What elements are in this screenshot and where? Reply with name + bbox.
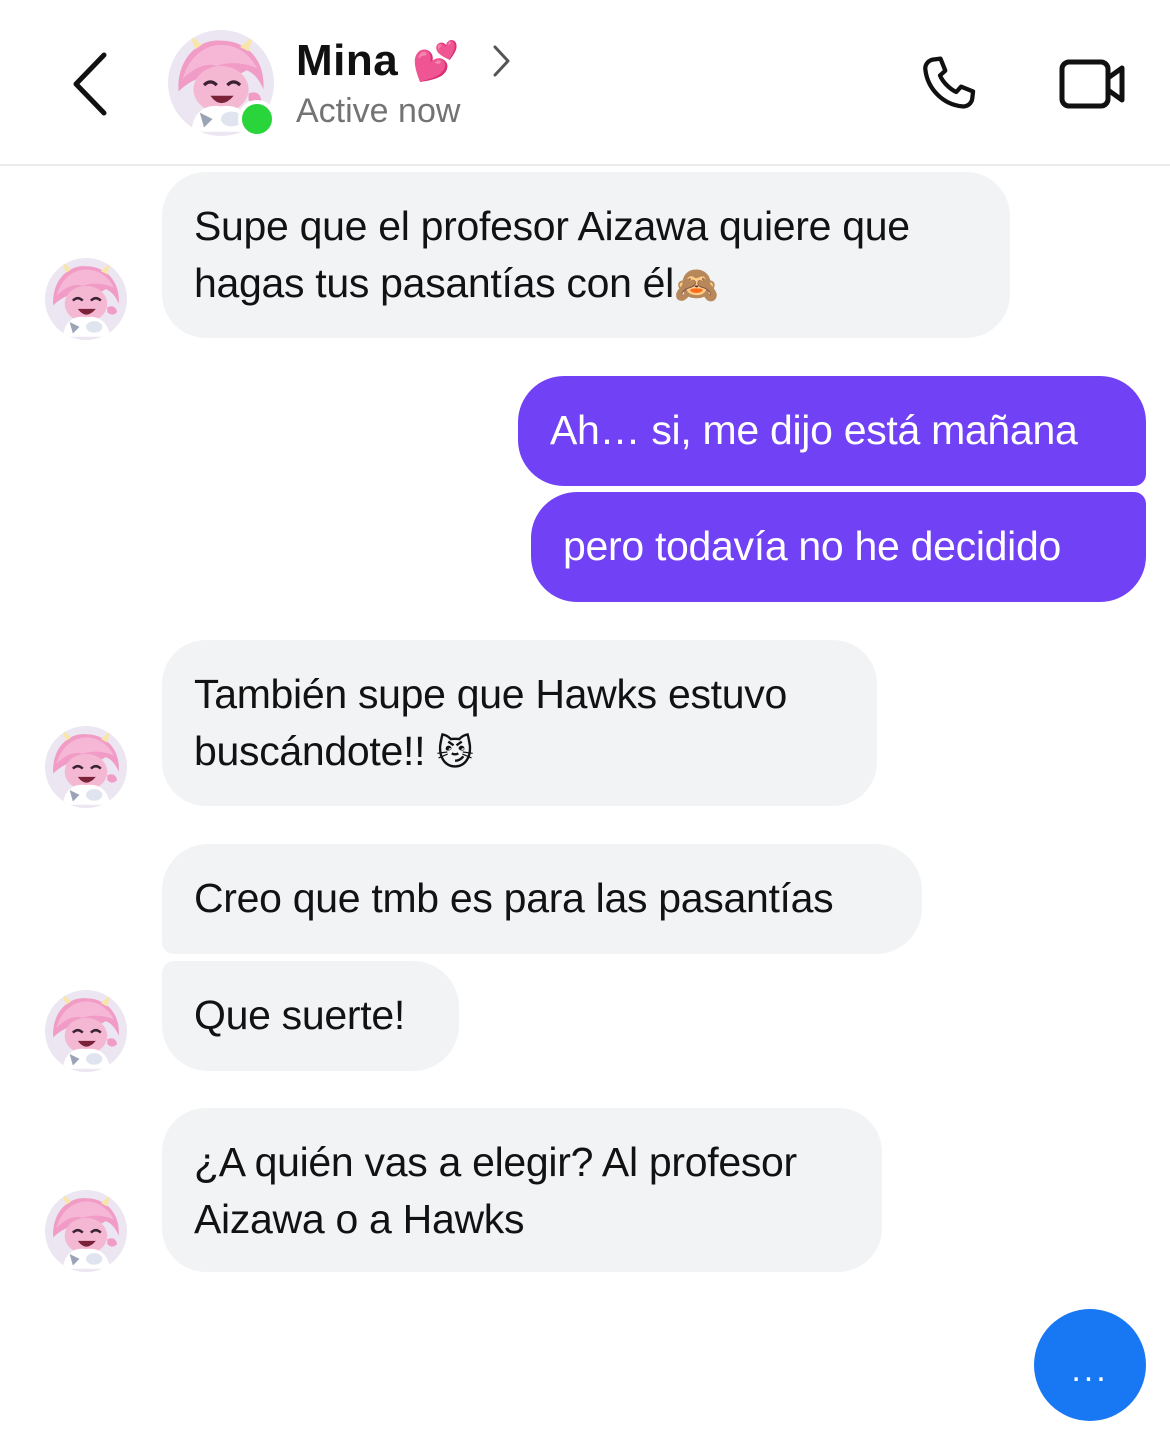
message-line: Aizawa o a Hawks bbox=[194, 1196, 525, 1242]
outgoing-message[interactable]: pero todavía no he decidido bbox=[531, 492, 1146, 602]
active-status: Active now bbox=[296, 92, 461, 130]
contact-info-link[interactable]: Mina 💕 bbox=[296, 36, 512, 86]
incoming-message[interactable]: ¿A quién vas a elegir? Al profesor Aizaw… bbox=[162, 1108, 882, 1272]
message-line: Ah… si, me dijo está mañana bbox=[550, 407, 1078, 453]
contact-avatar-small[interactable] bbox=[45, 990, 127, 1072]
more-options-button[interactable]: ... bbox=[1034, 1309, 1146, 1421]
contact-avatar-small[interactable] bbox=[45, 258, 127, 340]
contact-avatar-small[interactable] bbox=[45, 1190, 127, 1272]
incoming-message[interactable]: También supe que Hawks estuvo buscándote… bbox=[162, 640, 877, 806]
message-line: Supe que el profesor Aizawa quiere que bbox=[194, 203, 910, 249]
message-line: buscándote!! bbox=[194, 728, 426, 774]
chat-header: Mina 💕 Active now bbox=[0, 0, 1170, 166]
online-status-dot bbox=[238, 100, 276, 138]
video-call-button[interactable] bbox=[1052, 46, 1134, 122]
outgoing-message[interactable]: Ah… si, me dijo está mañana bbox=[518, 376, 1146, 486]
more-dots-icon: ... bbox=[1071, 1351, 1109, 1389]
chevron-right-icon bbox=[492, 44, 512, 78]
contact-name: Mina bbox=[296, 36, 399, 85]
two-hearts-emoji: 💕 bbox=[412, 38, 460, 83]
message-line: ¿A quién vas a elegir? Al profesor bbox=[194, 1139, 797, 1185]
phone-icon bbox=[923, 56, 976, 109]
chevron-left-icon bbox=[73, 52, 107, 116]
incoming-message[interactable]: Creo que tmb es para las pasantías bbox=[162, 844, 922, 954]
message-line: También supe que Hawks estuvo bbox=[194, 671, 787, 717]
see-no-evil-monkey-emoji: 🙈 bbox=[673, 265, 719, 306]
video-camera-icon bbox=[1059, 59, 1125, 109]
message-line: hagas tus pasantías con él bbox=[194, 260, 674, 306]
incoming-message[interactable]: Supe que el profesor Aizawa quiere que h… bbox=[162, 172, 1010, 338]
back-button[interactable] bbox=[58, 44, 122, 124]
incoming-message[interactable]: Que suerte! bbox=[162, 961, 459, 1071]
contact-avatar-small[interactable] bbox=[45, 726, 127, 808]
smirking-cat-emoji: 😼 bbox=[436, 733, 474, 774]
message-line: Creo que tmb es para las pasantías bbox=[194, 875, 834, 921]
message-line: Que suerte! bbox=[194, 992, 405, 1038]
audio-call-button[interactable] bbox=[910, 46, 986, 122]
message-line: pero todavía no he decidido bbox=[563, 523, 1061, 569]
